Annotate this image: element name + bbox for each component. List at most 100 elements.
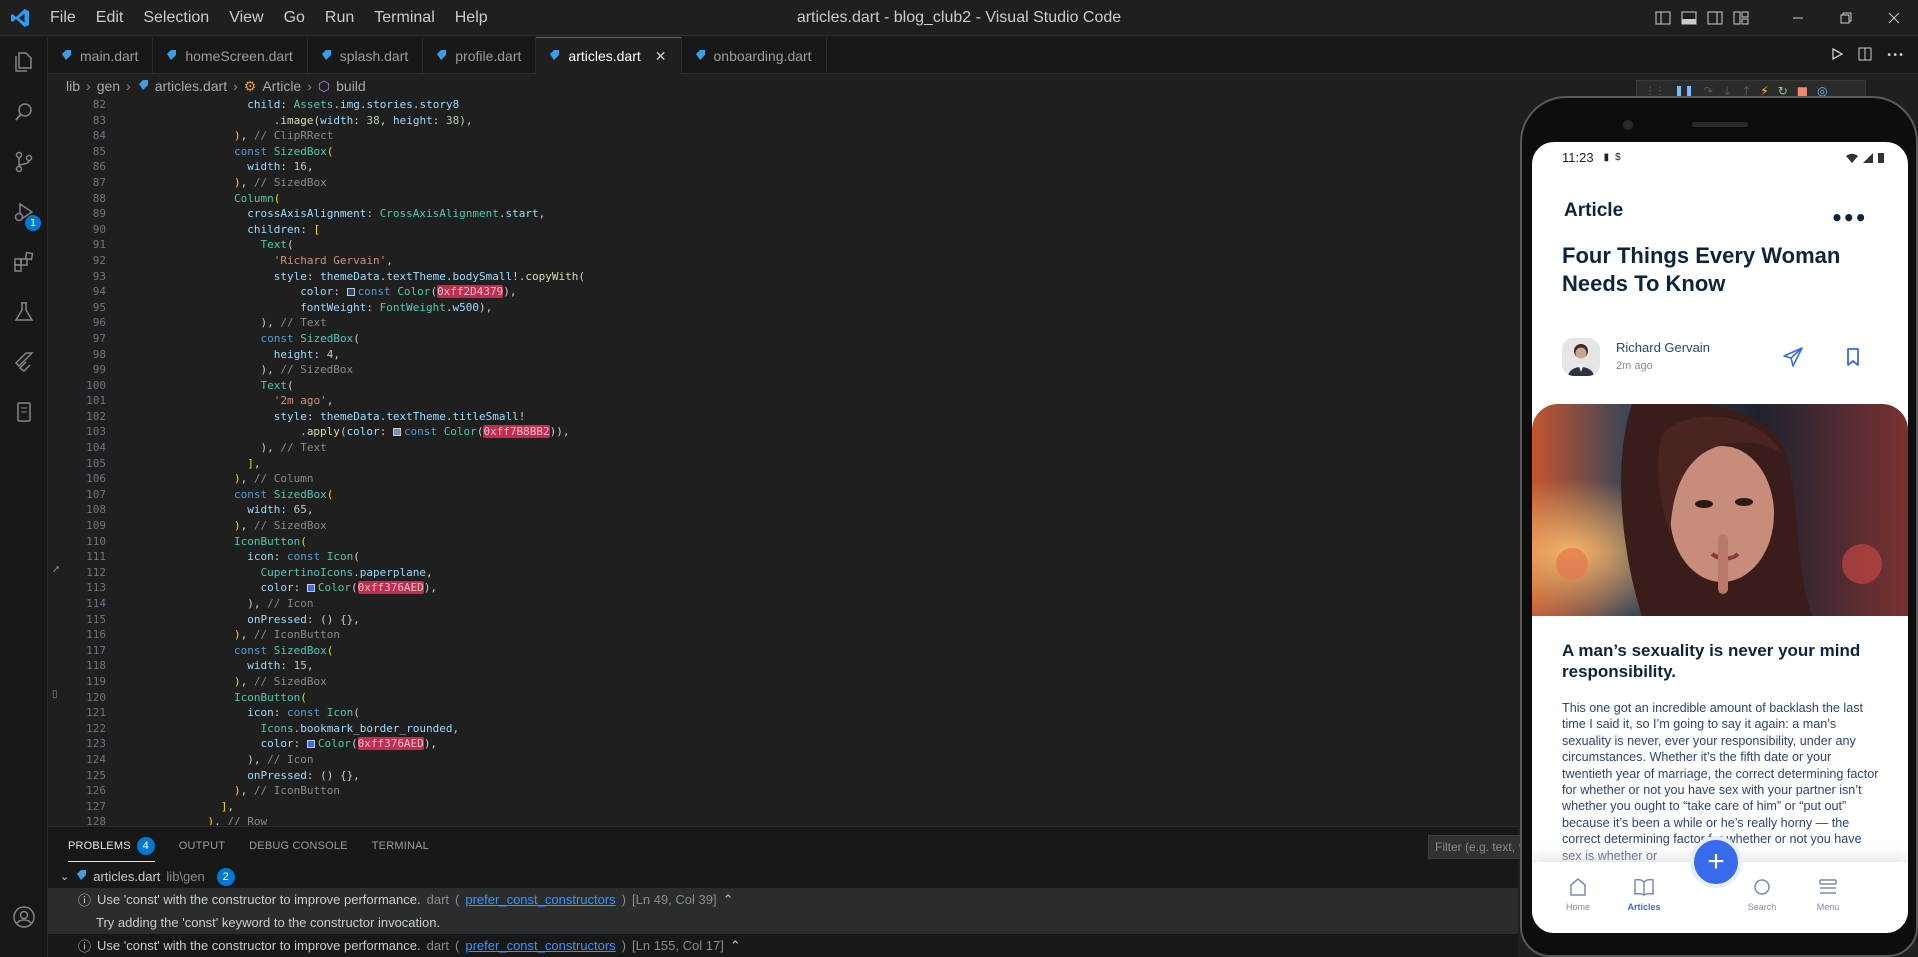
appbar-title: Article — [1564, 200, 1624, 221]
code-line: ), // Text — [128, 441, 327, 455]
menu-edit[interactable]: Edit — [86, 9, 134, 27]
menu-run[interactable]: Run — [315, 9, 364, 27]
problem-code-link[interactable]: prefer_const_constructors — [465, 938, 615, 953]
code-line: const SizedBox( — [260, 331, 360, 345]
account-icon[interactable] — [0, 892, 48, 942]
chevron-up-icon[interactable]: ⌃ — [730, 938, 741, 954]
code-line: ), // Column — [233, 472, 314, 486]
tab-articles-dart[interactable]: articles.dart ✕ — [536, 37, 682, 74]
line-number: 107 — [86, 487, 106, 501]
line-number: 115 — [86, 612, 106, 626]
toggle-sidebar-icon[interactable] — [1650, 0, 1676, 36]
author-avatar[interactable] — [1562, 338, 1600, 376]
line-number: 118 — [86, 659, 106, 673]
nav-home[interactable]: Home — [1548, 876, 1608, 912]
line-number: 90 — [92, 222, 106, 236]
nav-search[interactable]: Search — [1732, 876, 1792, 912]
problem-source: dart — [426, 938, 450, 953]
explorer-icon[interactable] — [0, 37, 48, 87]
paperplane-icon[interactable] — [1782, 346, 1804, 368]
code-line: ), // Icon — [128, 752, 314, 766]
dart-file-icon — [548, 48, 560, 64]
tab-problems[interactable]: PROBLEMS 4 — [68, 830, 155, 862]
tab-debug-console[interactable]: DEBUG CONSOLE — [249, 840, 348, 852]
dart-file-icon — [320, 48, 332, 64]
add-article-button[interactable]: + — [1690, 836, 1742, 888]
code-line: IconButton( — [233, 534, 307, 548]
code-line: ], — [220, 799, 234, 813]
line-number: 121 — [86, 706, 106, 720]
toggle-panel-icon[interactable] — [1676, 0, 1702, 36]
menu-go[interactable]: Go — [274, 9, 315, 27]
breadcrumb-method[interactable]: build — [336, 78, 366, 94]
problem-hint-row[interactable]: Try adding the 'const' keyword to the co… — [48, 911, 1518, 934]
title-bar: File Edit Selection View Go Run Terminal… — [0, 0, 1918, 36]
dart-file-icon — [75, 869, 87, 884]
nav-menu[interactable]: Menu — [1798, 876, 1858, 912]
problem-location: [Ln 155, Col 17] — [632, 938, 724, 953]
testing-icon[interactable] — [0, 287, 48, 337]
menu-terminal[interactable]: Terminal — [364, 9, 444, 27]
chevron-up-icon[interactable]: ⌃ — [723, 892, 734, 908]
panel-tabs: PROBLEMS 4 OUTPUT DEBUG CONSOLE TERMINAL — [48, 827, 1518, 865]
nav-articles[interactable]: Articles — [1614, 876, 1674, 912]
problem-file-row[interactable]: ⌄ articles.dart lib\gen 2 — [48, 865, 1518, 888]
line-number: 119 — [86, 674, 106, 688]
run-icon[interactable] — [1830, 46, 1844, 65]
line-number: 105 — [86, 456, 106, 470]
tab-splash-dart[interactable]: splash.dart — [308, 37, 424, 74]
run-debug-icon[interactable]: 1 — [0, 187, 48, 237]
code-line: '2m ago', — [273, 394, 334, 408]
search-icon[interactable] — [0, 87, 48, 137]
drag-handle-icon[interactable]: ⋮⋮ — [1645, 86, 1665, 97]
menu-file[interactable]: File — [40, 9, 86, 27]
breadcrumb-file[interactable]: articles.dart — [155, 78, 227, 94]
close-tab-icon[interactable]: ✕ — [655, 48, 667, 65]
bottom-panel: PROBLEMS 4 OUTPUT DEBUG CONSOLE TERMINAL … — [48, 826, 1568, 957]
source-control-icon[interactable] — [0, 137, 48, 187]
more-options-icon[interactable]: ••• — [1831, 206, 1867, 230]
tab-main-dart[interactable]: main.dart — [48, 37, 154, 74]
line-number: 84 — [92, 129, 106, 143]
problem-row[interactable]: ⓘ Use 'const' with the constructor to im… — [48, 888, 1518, 911]
phone-screen[interactable]: 11:23 ▮ $ Article ••• Four Things Every … — [1532, 142, 1908, 933]
breadcrumb-class[interactable]: Article — [262, 78, 301, 94]
code-line: Text( — [260, 238, 294, 252]
close-window-icon[interactable] — [1870, 0, 1918, 36]
more-actions-icon[interactable]: ••• — [1886, 50, 1904, 61]
toggle-secondary-sidebar-icon[interactable] — [1702, 0, 1728, 36]
code-line: width: 16, — [247, 160, 314, 174]
tab-profile-dart[interactable]: profile.dart — [423, 37, 537, 74]
minimize-icon[interactable] — [1774, 0, 1822, 36]
line-number: 116 — [86, 628, 106, 642]
menu-help[interactable]: Help — [445, 9, 498, 27]
tab-homescreen-dart[interactable]: homeScreen.dart — [153, 37, 308, 74]
split-editor-icon[interactable] — [1858, 46, 1872, 65]
line-number: 124 — [86, 752, 106, 766]
customize-layout-icon[interactable] — [1728, 0, 1754, 36]
menu-selection[interactable]: Selection — [133, 9, 219, 27]
flutter-icon[interactable] — [0, 337, 48, 387]
tab-output[interactable]: OUTPUT — [179, 840, 225, 852]
menu-view[interactable]: View — [219, 9, 273, 27]
problem-row[interactable]: ⓘ Use 'const' with the constructor to im… — [48, 934, 1518, 957]
bookmark-icon[interactable] — [1842, 346, 1864, 368]
code-editor[interactable]: 82 83 84 85 86 87 88 89 90 91 92 93 94 95 96 97 98 99 100 1… — [48, 97, 1518, 825]
tab-terminal[interactable]: TERMINAL — [372, 840, 429, 852]
line-number: 106 — [86, 472, 106, 486]
code-line: color: Color(0xff376AED), — [260, 581, 438, 595]
breadcrumb-gen[interactable]: gen — [97, 78, 120, 94]
tab-onboarding-dart[interactable]: onboarding.dart — [682, 37, 827, 74]
tab-label: onboarding.dart — [713, 47, 812, 64]
extensions-icon[interactable] — [0, 237, 48, 287]
line-number: 104 — [86, 441, 106, 455]
restore-icon[interactable] — [1822, 0, 1870, 36]
line-number: 128 — [86, 815, 106, 825]
problem-code-link[interactable]: prefer_const_constructors — [465, 892, 615, 907]
info-icon: ⓘ — [78, 893, 92, 908]
activity-bar: 1 — [0, 37, 48, 957]
device-icon[interactable] — [0, 387, 48, 437]
line-number: 103 — [86, 425, 106, 439]
code-line: color: const Color(0xff2D4379), — [300, 285, 517, 299]
breadcrumb-lib[interactable]: lib — [66, 78, 80, 94]
